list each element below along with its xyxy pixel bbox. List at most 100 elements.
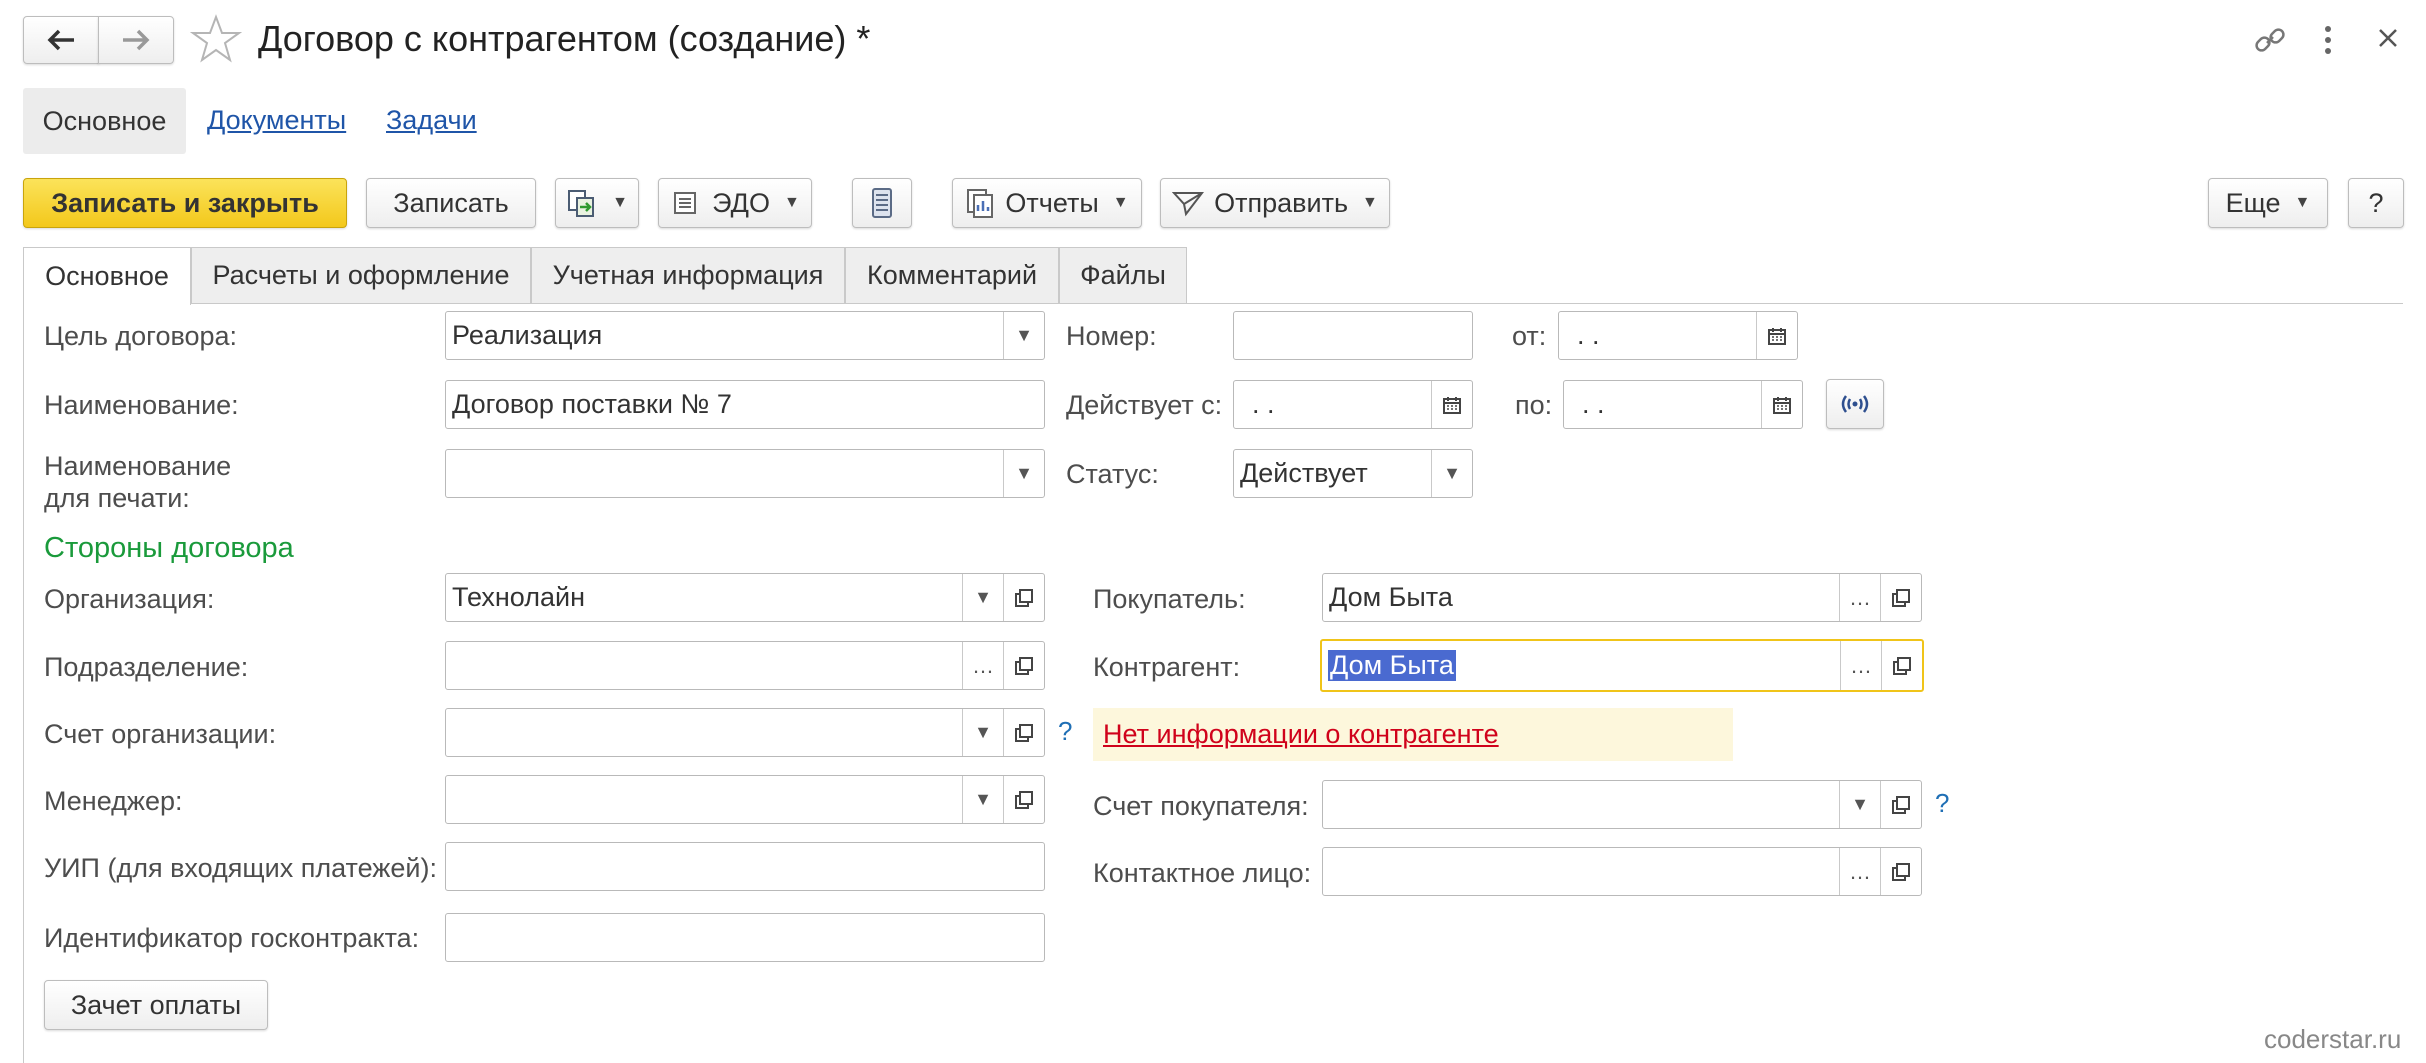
from-date-value: . . xyxy=(1577,320,1600,350)
more-vertical-icon[interactable] xyxy=(2322,24,2334,63)
purpose-label: Цель договора: xyxy=(44,321,238,351)
open-icon[interactable] xyxy=(1003,642,1044,689)
buyer-account-label: Счет покупателя: xyxy=(1093,791,1309,821)
open-icon[interactable] xyxy=(1003,776,1044,823)
forward-button[interactable] xyxy=(98,16,174,64)
status-select[interactable]: Действует ▼ xyxy=(1233,449,1473,498)
number-label: Номер: xyxy=(1066,321,1157,351)
period-button[interactable] xyxy=(1826,379,1884,429)
dept-value xyxy=(446,642,962,689)
create-based-icon xyxy=(568,190,595,217)
open-icon[interactable] xyxy=(1880,574,1921,621)
more-button[interactable]: Еще ▼ xyxy=(2208,178,2328,228)
valid-to-label: по: xyxy=(1515,390,1553,420)
print-list-button[interactable] xyxy=(852,178,912,228)
manager-label: Менеджер: xyxy=(44,786,183,816)
link-icon[interactable] xyxy=(2252,22,2288,65)
chevron-down-icon[interactable]: ▼ xyxy=(1003,312,1044,359)
from-label: от: xyxy=(1512,321,1547,351)
org-select[interactable]: Технолайн ▼ xyxy=(445,573,1045,622)
edo-button[interactable]: ЭДО ▼ xyxy=(658,178,812,228)
contact-value xyxy=(1323,848,1839,895)
parties-heading: Стороны договора xyxy=(44,532,294,564)
arrow-right-icon xyxy=(123,29,150,51)
purpose-select[interactable]: Реализация ▼ xyxy=(445,311,1045,360)
reports-label: Отчеты xyxy=(1005,187,1099,218)
reports-button[interactable]: Отчеты ▼ xyxy=(952,178,1142,228)
calendar-icon[interactable] xyxy=(1431,381,1472,428)
uip-value xyxy=(446,843,1044,890)
contact-label: Контактное лицо: xyxy=(1093,858,1312,888)
save-button[interactable]: Записать xyxy=(366,178,536,228)
buyer-select[interactable]: Дом Быта … xyxy=(1322,573,1922,622)
back-button[interactable] xyxy=(23,16,99,64)
open-icon[interactable] xyxy=(1003,574,1044,621)
print-name-select[interactable]: ▼ xyxy=(445,449,1045,498)
counterparty-label: Контрагент: xyxy=(1093,652,1241,682)
uip-label: УИП (для входящих платежей): xyxy=(44,853,437,883)
help-button[interactable]: ? xyxy=(2348,178,2404,228)
org-account-label: Счет организации: xyxy=(44,719,277,749)
chevron-down-icon[interactable]: ▼ xyxy=(962,709,1003,756)
choose-icon[interactable]: … xyxy=(1839,574,1880,621)
dept-select[interactable]: … xyxy=(445,641,1045,690)
tab-files[interactable]: Файлы xyxy=(1059,247,1187,303)
choose-icon[interactable]: … xyxy=(1840,641,1881,690)
org-value: Технолайн xyxy=(452,582,585,612)
open-icon[interactable] xyxy=(1880,848,1921,895)
open-icon[interactable] xyxy=(1003,709,1044,756)
chevron-down-icon[interactable]: ▼ xyxy=(962,776,1003,823)
status-label: Статус: xyxy=(1066,459,1159,489)
valid-from-value: . . xyxy=(1252,389,1275,419)
edo-icon xyxy=(674,192,697,214)
buyer-label: Покупатель: xyxy=(1093,584,1246,614)
nav-item-main[interactable]: Основное xyxy=(23,88,186,154)
valid-to-input[interactable]: . . xyxy=(1563,380,1803,429)
uip-input[interactable] xyxy=(445,842,1045,891)
org-label: Организация: xyxy=(44,584,215,614)
print-name-value xyxy=(446,450,1003,497)
org-account-value xyxy=(446,709,962,756)
tab-main[interactable]: Основное xyxy=(23,247,191,305)
from-date-input[interactable]: . . xyxy=(1558,311,1798,360)
org-account-help-icon[interactable]: ? xyxy=(1058,716,1072,747)
gov-id-input[interactable] xyxy=(445,913,1045,962)
chevron-down-icon[interactable]: ▼ xyxy=(1003,450,1044,497)
create-based-button[interactable]: ▼ xyxy=(555,178,639,228)
open-icon[interactable] xyxy=(1881,641,1922,690)
chevron-down-icon[interactable]: ▼ xyxy=(1839,781,1880,828)
chevron-down-icon[interactable]: ▼ xyxy=(1431,450,1472,497)
chevron-down-icon[interactable]: ▼ xyxy=(962,574,1003,621)
favorite-star-icon[interactable] xyxy=(189,14,243,71)
tab-comment[interactable]: Комментарий xyxy=(845,247,1059,303)
valid-from-input[interactable]: . . xyxy=(1233,380,1473,429)
nav-item-documents[interactable]: Документы xyxy=(207,105,346,136)
manager-select[interactable]: ▼ xyxy=(445,775,1045,824)
send-label: Отправить xyxy=(1214,187,1349,218)
print-name-label-1: Наименование xyxy=(44,451,232,481)
close-icon[interactable] xyxy=(2376,26,2400,57)
counterparty-select[interactable]: Дом Быта … xyxy=(1320,639,1924,692)
save-close-button[interactable]: Записать и закрыть xyxy=(23,178,347,228)
contact-select[interactable]: … xyxy=(1322,847,1922,896)
calendar-icon[interactable] xyxy=(1761,381,1802,428)
status-value: Действует xyxy=(1240,458,1368,488)
open-icon[interactable] xyxy=(1880,781,1921,828)
tab-accounting[interactable]: Учетная информация xyxy=(531,247,845,303)
choose-icon[interactable]: … xyxy=(962,642,1003,689)
nav-item-tasks[interactable]: Задачи xyxy=(386,105,477,136)
offset-payment-button[interactable]: Зачет оплаты xyxy=(44,980,268,1030)
buyer-account-select[interactable]: ▼ xyxy=(1322,780,1922,829)
name-label: Наименование: xyxy=(44,390,239,420)
counterparty-warning-link[interactable]: Нет информации о контрагенте xyxy=(1103,719,1499,750)
number-input[interactable] xyxy=(1233,311,1473,360)
name-input[interactable]: Договор поставки № 7 xyxy=(445,380,1045,429)
send-button[interactable]: Отправить ▼ xyxy=(1160,178,1390,228)
choose-icon[interactable]: … xyxy=(1839,848,1880,895)
period-icon xyxy=(1841,395,1869,413)
manager-value xyxy=(446,776,962,823)
org-account-select[interactable]: ▼ xyxy=(445,708,1045,757)
tab-payments[interactable]: Расчеты и оформление xyxy=(191,247,531,303)
calendar-icon[interactable] xyxy=(1756,312,1797,359)
buyer-account-help-icon[interactable]: ? xyxy=(1935,788,1949,819)
